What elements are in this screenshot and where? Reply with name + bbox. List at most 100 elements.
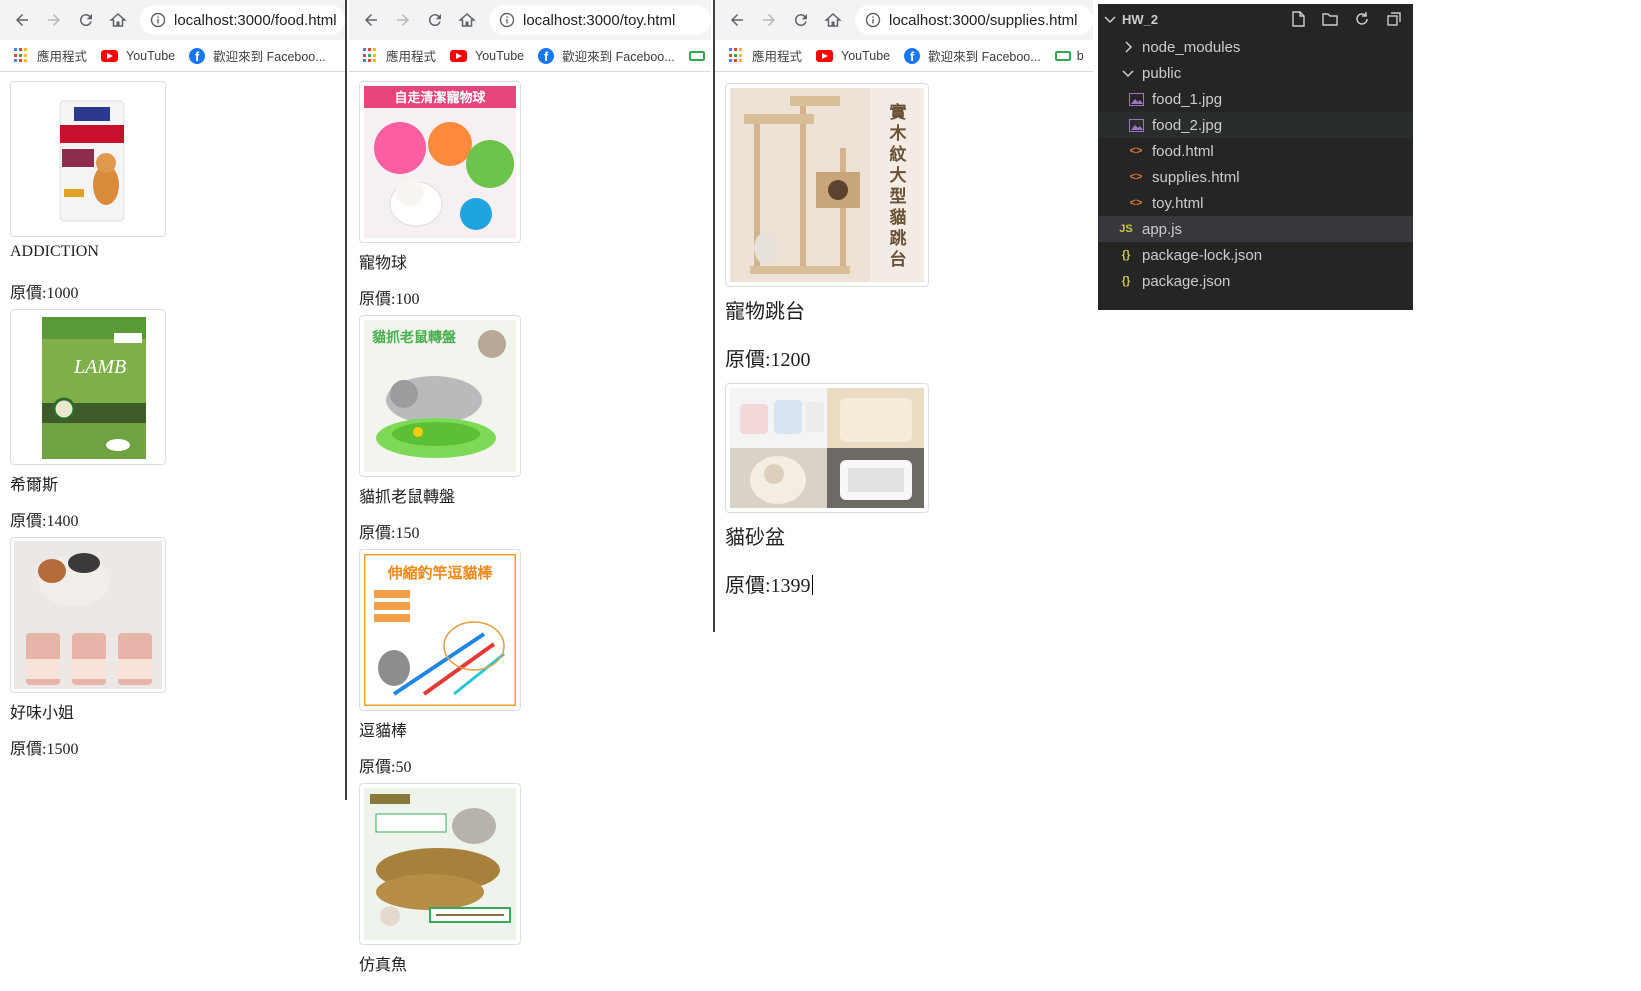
tree-item-label: food_1.jpg bbox=[1152, 90, 1223, 108]
bookmark-facebook[interactable]: f 歡迎來到 Faceboo... bbox=[189, 46, 326, 65]
html-file-icon: <> bbox=[1129, 145, 1143, 157]
product-price: 原價:150 bbox=[359, 525, 420, 542]
browser-toolbar: localhost:3000/toy.html bbox=[349, 0, 711, 40]
back-arrow-icon bbox=[731, 14, 743, 26]
facebook-icon: f bbox=[904, 47, 921, 64]
forward-arrow-icon bbox=[763, 14, 775, 26]
bookmark-label: YouTube bbox=[475, 48, 525, 63]
bookmark-youtube[interactable]: YouTube bbox=[450, 49, 524, 63]
bookmark-label: 應用程式 bbox=[752, 50, 803, 64]
bookmark-extra[interactable]: b bbox=[1054, 49, 1084, 63]
url-text: localhost:3000/food.html bbox=[174, 11, 337, 29]
product-image-lamb-food-bag: LAMB bbox=[10, 309, 166, 465]
javascript-file-icon: JS bbox=[1119, 223, 1133, 235]
bookmark-facebook[interactable]: f 歡迎來到 Faceboo... bbox=[904, 46, 1041, 65]
bookmark-label: YouTube bbox=[841, 48, 891, 63]
home-icon bbox=[458, 12, 476, 27]
reload-button[interactable] bbox=[70, 4, 102, 36]
info-icon[interactable] bbox=[865, 12, 881, 28]
bookmark-facebook[interactable]: f 歡迎來到 Faceboo... bbox=[538, 46, 675, 65]
product-image-cat-with-jars bbox=[10, 537, 166, 693]
product-name: 寵物跳台 bbox=[725, 301, 805, 323]
home-button[interactable] bbox=[817, 4, 849, 36]
apps-grid-icon bbox=[14, 48, 29, 63]
back-button[interactable] bbox=[721, 4, 753, 36]
back-arrow-icon bbox=[16, 14, 28, 26]
forward-button[interactable] bbox=[753, 4, 785, 36]
home-button[interactable] bbox=[102, 4, 134, 36]
reload-icon bbox=[79, 14, 92, 27]
forward-button[interactable] bbox=[387, 4, 419, 36]
product-image-cat-tree: 實木紋大型貓跳台 bbox=[725, 83, 929, 287]
address-bar[interactable]: localhost:3000/toy.html bbox=[489, 5, 711, 35]
address-bar[interactable]: localhost:3000/supplies.html bbox=[855, 5, 1093, 35]
reload-button[interactable] bbox=[419, 4, 451, 36]
tree-item-toy-html[interactable]: <> toy.html bbox=[1098, 190, 1413, 216]
forward-arrow-icon bbox=[48, 14, 60, 26]
info-icon[interactable] bbox=[499, 12, 515, 28]
tree-item-label: node_modules bbox=[1142, 38, 1241, 56]
browser-window-food: localhost:3000/food.html 應用程式 YouTube f … bbox=[0, 0, 347, 800]
product-item: ADDICTION 原價:1000 bbox=[10, 81, 335, 302]
image-file-icon bbox=[1128, 91, 1144, 107]
bookmark-label: 歡迎來到 Faceboo... bbox=[562, 50, 675, 64]
facebook-icon: f bbox=[538, 47, 555, 64]
forward-button[interactable] bbox=[38, 4, 70, 36]
product-item: 伸縮釣竿逗貓棒 逗貓棒 原價:50 bbox=[359, 549, 701, 776]
ticket-icon bbox=[688, 50, 705, 61]
product-name: 貓砂盆 bbox=[725, 527, 785, 549]
youtube-icon bbox=[101, 49, 119, 62]
tree-item-app-js[interactable]: JS app.js bbox=[1098, 216, 1413, 242]
product-name: 好味小姐 bbox=[10, 705, 75, 722]
product-item: 貓抓老鼠轉盤 貓抓老鼠轉盤 原價:150 bbox=[359, 315, 701, 542]
back-button[interactable] bbox=[6, 4, 38, 36]
bookmark-label: YouTube bbox=[126, 48, 176, 63]
collapse-all-icon[interactable] bbox=[1383, 8, 1405, 30]
tree-item-label: toy.html bbox=[1152, 194, 1204, 212]
apps-grid-icon bbox=[729, 48, 744, 63]
product-price: 原價:50 bbox=[359, 759, 412, 776]
text-cursor bbox=[811, 575, 813, 595]
bookmark-youtube[interactable]: YouTube bbox=[816, 49, 890, 63]
refresh-icon[interactable] bbox=[1351, 8, 1373, 30]
tree-item-node-modules[interactable]: node_modules bbox=[1098, 34, 1413, 60]
tree-item-food-1-jpg[interactable]: food_1.jpg bbox=[1098, 86, 1413, 112]
bookmark-extra[interactable] bbox=[688, 50, 711, 61]
reload-button[interactable] bbox=[785, 4, 817, 36]
tree-item-public[interactable]: public bbox=[1098, 60, 1413, 86]
tree-item-supplies-html[interactable]: <> supplies.html bbox=[1098, 164, 1413, 190]
bookmark-youtube[interactable]: YouTube bbox=[101, 49, 175, 63]
bookmark-apps[interactable]: 應用程式 bbox=[14, 46, 87, 65]
explorer-header[interactable]: HW_2 bbox=[1098, 4, 1413, 34]
product-image-pet-balls: 自走清潔寵物球 bbox=[359, 81, 521, 243]
bookmarks-bar: 應用程式 YouTube f 歡迎來到 Faceboo... bbox=[349, 40, 711, 72]
new-folder-icon[interactable] bbox=[1319, 8, 1341, 30]
page-content-food: ADDICTION 原價:1000 LAMB 希爾斯 原價:1400 好味小姐 … bbox=[0, 73, 345, 800]
product-item: LAMB 希爾斯 原價:1400 bbox=[10, 309, 335, 530]
page-content-supplies: 實木紋大型貓跳台 寵物跳台 原價:1200 貓砂盆 原價:1399 bbox=[715, 73, 1093, 632]
bookmark-label: 應用程式 bbox=[37, 50, 88, 64]
chevron-down-icon bbox=[1122, 70, 1134, 78]
tree-item-label: package-lock.json bbox=[1142, 246, 1263, 264]
tree-item-food-2-jpg[interactable]: food_2.jpg bbox=[1098, 112, 1413, 138]
browser-window-supplies: localhost:3000/supplies.html 應用程式 YouTub… bbox=[713, 0, 1093, 632]
image-file-icon bbox=[1128, 117, 1144, 133]
address-bar[interactable]: localhost:3000/food.html bbox=[140, 5, 345, 35]
tree-item-label: package.json bbox=[1142, 272, 1231, 290]
product-price: 原價:1200 bbox=[725, 349, 811, 371]
tree-item-package-json[interactable]: {} package.json bbox=[1098, 268, 1413, 294]
new-file-icon[interactable] bbox=[1287, 8, 1309, 30]
bookmark-apps[interactable]: 應用程式 bbox=[363, 46, 436, 65]
bookmark-apps[interactable]: 應用程式 bbox=[729, 46, 802, 65]
product-price: 原價:1399 bbox=[725, 569, 1083, 597]
home-button[interactable] bbox=[451, 4, 483, 36]
ticket-icon bbox=[1054, 50, 1071, 61]
tree-item-food-html[interactable]: <> food.html bbox=[1098, 138, 1413, 164]
product-name: 寵物球 bbox=[359, 255, 408, 272]
info-icon[interactable] bbox=[150, 12, 166, 28]
json-file-icon: {} bbox=[1121, 249, 1131, 261]
product-name: 希爾斯 bbox=[10, 477, 59, 494]
tree-item-package-lock-json[interactable]: {} package-lock.json bbox=[1098, 242, 1413, 268]
chevron-down-icon bbox=[1104, 16, 1116, 24]
back-button[interactable] bbox=[355, 4, 387, 36]
